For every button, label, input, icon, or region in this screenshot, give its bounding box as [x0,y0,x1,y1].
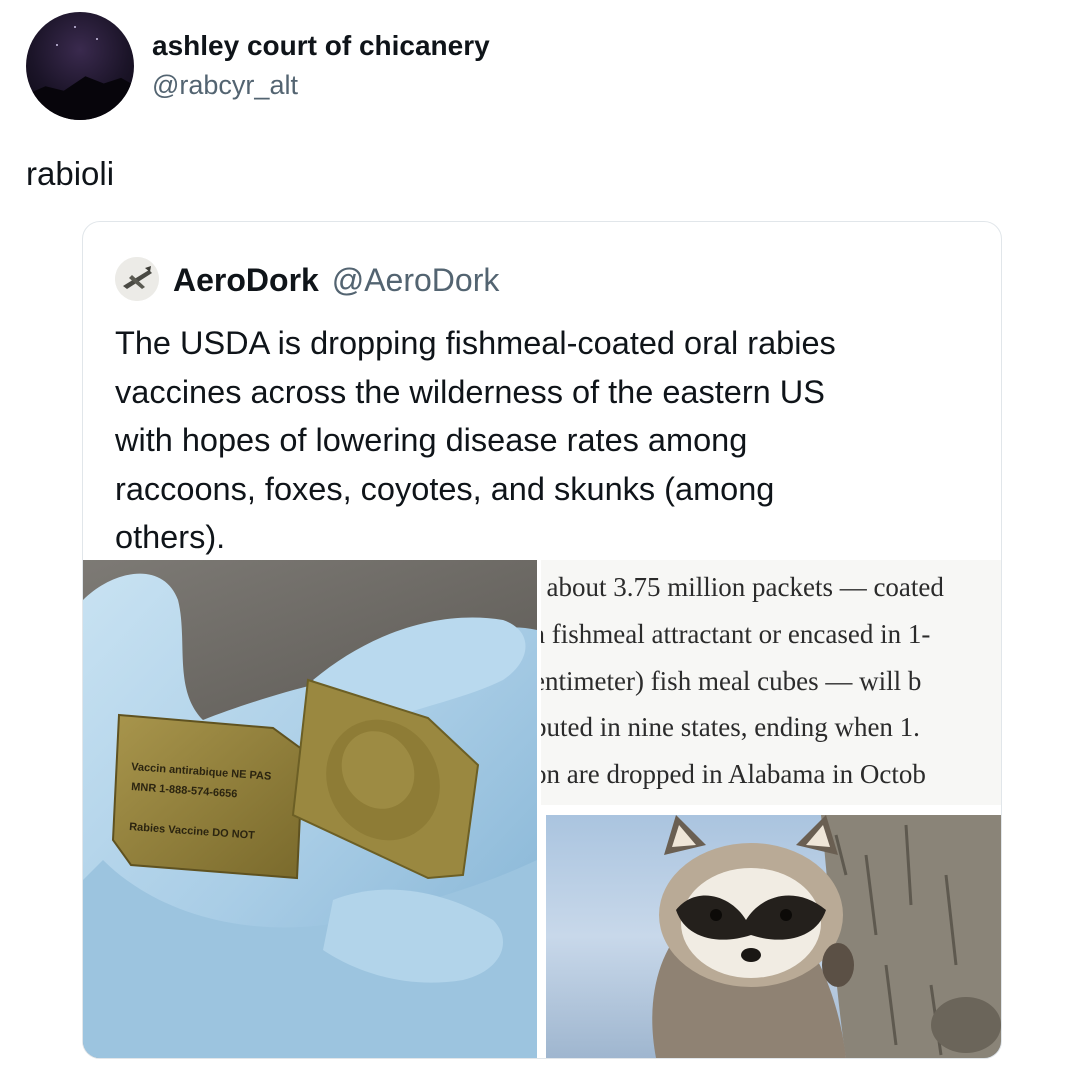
article-line: entimeter) fish meal cubes — will b [541,666,922,696]
quoted-tweet-text: The USDA is dropping fishmeal-coated ora… [115,319,975,562]
tweet-text: rabioli [26,155,115,192]
raccoon-on-tree-image-icon [652,815,1001,1058]
quoted-user-avatar[interactable] [115,257,159,301]
quoted-user-handle[interactable]: @AeroDork [332,262,500,298]
quoted-text-line: vaccines across the wilderness of the ea… [115,373,825,410]
airplane-avatar-icon [115,257,159,301]
quoted-text-line: The USDA is dropping fishmeal-coated ora… [115,325,836,361]
user-avatar[interactable] [26,12,134,120]
vaccine-packet-photo[interactable]: Vaccin antirabique NE PAS MNR 1-888-574-… [83,560,537,1058]
quoted-tweet-card[interactable]: AeroDork @AeroDork The USDA is dropping … [82,221,1002,1059]
quoted-text-line: raccoons, foxes, coyotes, and skunks (am… [115,470,775,507]
display-name[interactable]: ashley court of chicanery [152,30,490,62]
article-line: buted in nine states, ending when 1. [541,712,920,742]
article-excerpt-image[interactable]: , about 3.75 million packets — coated a … [541,560,1001,805]
night-mountain-avatar-icon [26,76,134,120]
quoted-text-line: with hopes of lowering disease rates amo… [115,422,748,458]
raccoon-photo[interactable] [546,815,1001,1058]
quoted-tweet-header: AeroDork @AeroDork [173,262,499,299]
gloved-hand-vaccine-packets-image-icon: Vaccin antirabique NE PAS MNR 1-888-574-… [83,573,537,1058]
article-line: , about 3.75 million packets — coated [541,572,944,602]
user-handle[interactable]: @rabcyr_alt [152,70,298,101]
article-line: a fishmeal attractant or encased in 1- [541,619,931,649]
article-line: on are dropped in Alabama in Octob [541,759,926,789]
quoted-display-name[interactable]: AeroDork [173,262,319,298]
quoted-text-line: others). [115,519,226,555]
